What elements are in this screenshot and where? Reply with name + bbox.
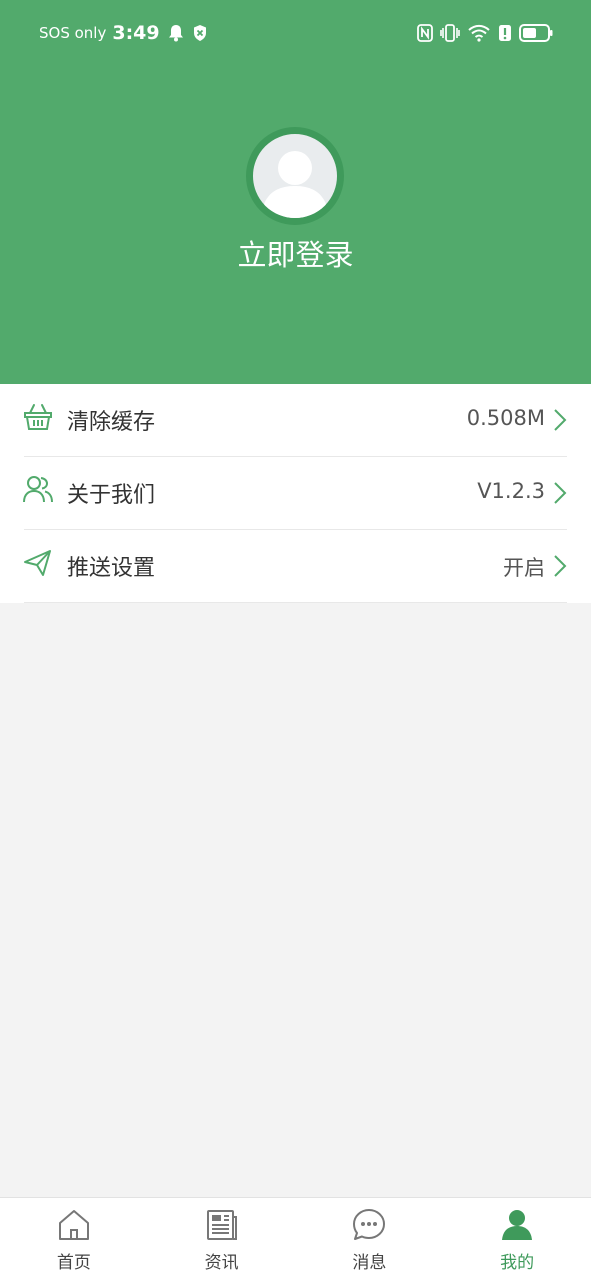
bell-icon: [168, 25, 183, 42]
send-icon: [24, 550, 51, 576]
battery-icon: [519, 24, 553, 42]
chat-icon: [353, 1209, 386, 1240]
tab-home[interactable]: 首页: [0, 1198, 148, 1280]
tab-label: 消息: [352, 1253, 387, 1273]
menu-item-about-us[interactable]: 关于我们 V1.2.3: [0, 457, 591, 530]
tab-news[interactable]: 资讯: [148, 1198, 296, 1280]
profile-header: SOS only 3:49 立即登录: [0, 0, 591, 384]
person-icon: [502, 1210, 533, 1240]
chevron-right-icon: [554, 409, 567, 431]
home-icon: [58, 1210, 89, 1240]
tab-mine[interactable]: 我的: [443, 1198, 591, 1280]
wifi-icon: [467, 24, 491, 42]
cache-size-value: 0.508M: [466, 406, 545, 430]
tab-label: 首页: [56, 1253, 91, 1273]
version-value: V1.2.3: [477, 479, 545, 503]
menu-item-clear-cache[interactable]: 清除缓存 0.508M: [0, 384, 591, 457]
chevron-right-icon: [554, 482, 567, 504]
avatar-placeholder-icon: [261, 151, 329, 218]
menu-item-push-settings[interactable]: 推送设置 开启: [0, 530, 591, 603]
menu-item-label: 关于我们: [67, 483, 156, 508]
tab-label: 资讯: [204, 1253, 239, 1273]
menu-item-label: 推送设置: [67, 556, 156, 581]
signal-alert-icon: [498, 24, 512, 42]
menu-item-label: 清除缓存: [67, 410, 156, 435]
divider: [24, 602, 567, 603]
users-icon: [23, 476, 53, 503]
push-status-value: 开启: [503, 556, 545, 580]
basket-icon: [24, 404, 52, 430]
tab-label: 我的: [500, 1253, 535, 1273]
bottom-tab-bar: 首页 资讯 消息 我的: [0, 1197, 591, 1280]
tab-messages[interactable]: 消息: [296, 1198, 444, 1280]
chevron-right-icon: [554, 555, 567, 577]
news-icon: [206, 1210, 237, 1240]
status-bar: SOS only 3:49: [0, 0, 591, 66]
login-link[interactable]: 立即登录: [0, 232, 591, 274]
nfc-icon: [417, 24, 433, 42]
shield-icon: [193, 25, 206, 41]
vibrate-icon: [440, 24, 460, 42]
settings-menu: 清除缓存 0.508M 关于我们 V1.2.3 推送设置 开启: [0, 384, 591, 603]
avatar[interactable]: [246, 127, 344, 225]
carrier-text: SOS only: [39, 24, 107, 42]
clock: 3:49: [112, 22, 160, 44]
